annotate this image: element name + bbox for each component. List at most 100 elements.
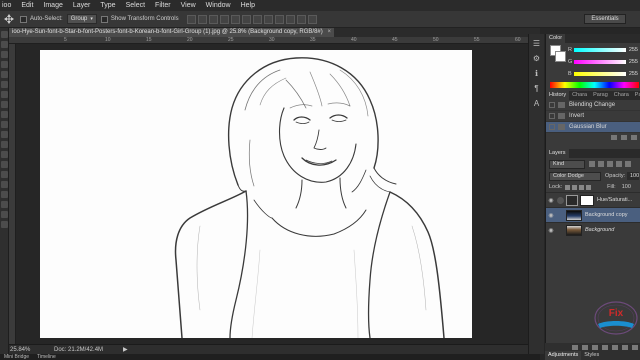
document-tab[interactable]: ioo-Hye-Sun-font-b-Star-b-font-Posters-f… <box>9 28 334 37</box>
brush-tool-icon[interactable] <box>1 101 8 108</box>
align-top-icon[interactable] <box>186 14 196 24</box>
fill-input[interactable]: 100 <box>622 184 631 190</box>
zoom-tool-icon[interactable] <box>1 221 8 228</box>
layer-name[interactable]: Background <box>585 227 614 233</box>
dodge-tool-icon[interactable] <box>1 161 8 168</box>
history-brush-tool-icon[interactable] <box>1 121 8 128</box>
healing-tool-icon[interactable] <box>1 91 8 98</box>
menu-view[interactable]: View <box>176 0 201 11</box>
auto-select-checkbox[interactable] <box>20 15 27 23</box>
tab-mini-bridge[interactable]: Mini Bridge <box>0 354 33 360</box>
layer-thumbnail[interactable] <box>566 209 582 221</box>
layer-row[interactable]: ◉ Background <box>546 222 640 237</box>
gradient-tool-icon[interactable] <box>1 141 8 148</box>
green-gradient-bar[interactable] <box>574 60 626 64</box>
new-document-from-state-icon[interactable] <box>611 134 617 140</box>
green-value[interactable]: 255 <box>626 59 638 65</box>
new-group-icon[interactable] <box>612 344 618 350</box>
red-gradient-bar[interactable] <box>574 48 626 52</box>
tab-color[interactable]: Color <box>546 34 566 43</box>
hand-tool-icon[interactable] <box>1 211 8 218</box>
blur-tool-icon[interactable] <box>1 151 8 158</box>
auto-select-dropdown[interactable]: Group ▾ <box>66 14 97 24</box>
tab-character[interactable]: Chara <box>569 91 590 100</box>
path-select-tool-icon[interactable] <box>1 191 8 198</box>
tab-paragraph[interactable]: Parag <box>590 91 611 100</box>
properties-icon[interactable]: ⚙ <box>531 53 542 64</box>
type-tool-icon[interactable] <box>1 181 8 188</box>
history-source-checkbox[interactable] <box>549 113 555 119</box>
layer-mask-thumbnail[interactable] <box>580 194 594 206</box>
tab-layers[interactable]: Layers <box>546 149 569 158</box>
menu-window[interactable]: Window <box>201 0 236 11</box>
green-slider[interactable]: G 255 <box>568 58 640 66</box>
history-source-checkbox[interactable] <box>549 124 555 130</box>
trash-icon[interactable] <box>631 134 637 140</box>
align-right-icon[interactable] <box>241 14 251 24</box>
lock-transparent-icon[interactable] <box>565 184 571 190</box>
history-state-active[interactable]: Gaussian Blur <box>546 122 640 133</box>
distribute-bottom-icon[interactable] <box>274 14 284 24</box>
align-bottom-icon[interactable] <box>208 14 218 24</box>
eye-icon[interactable]: ◉ <box>546 227 556 234</box>
red-slider[interactable]: R 255 <box>568 46 640 54</box>
red-value[interactable]: 255 <box>626 47 638 53</box>
adjustment-filter-icon[interactable] <box>598 161 604 167</box>
layer-filter-kind[interactable]: Kind <box>549 159 585 169</box>
character-icon[interactable]: A <box>531 98 542 109</box>
shape-tool-icon[interactable] <box>1 201 8 208</box>
menu-filter[interactable]: Filter <box>150 0 176 11</box>
tab-styles[interactable]: Styles <box>581 351 602 360</box>
history-icon[interactable]: ☰ <box>531 38 542 49</box>
snapshot-icon[interactable] <box>621 134 627 140</box>
blue-gradient-bar[interactable] <box>574 72 626 76</box>
close-icon[interactable]: × <box>327 29 331 35</box>
smart-object-filter-icon[interactable] <box>625 161 631 167</box>
menu-help[interactable]: Help <box>236 0 260 11</box>
show-transform-checkbox[interactable] <box>100 15 108 23</box>
eraser-tool-icon[interactable] <box>1 131 8 138</box>
layer-name[interactable]: Hue/Saturati... <box>597 197 632 203</box>
history-state[interactable]: Blending Change <box>546 100 640 111</box>
blue-slider[interactable]: B 255 <box>568 70 640 78</box>
opacity-input[interactable]: 100 <box>627 172 640 180</box>
canvas-workspace[interactable] <box>16 44 540 344</box>
menu-edit[interactable]: Edit <box>16 0 38 11</box>
align-hcenter-icon[interactable] <box>230 14 240 24</box>
distribute-right-icon[interactable] <box>307 14 317 24</box>
menu-image[interactable]: Image <box>38 0 67 11</box>
menu-layer[interactable]: Layer <box>68 0 96 11</box>
add-mask-icon[interactable] <box>592 344 598 350</box>
tab-adjustments[interactable]: Adjustments <box>545 351 582 360</box>
history-source-checkbox[interactable] <box>549 102 555 108</box>
document-canvas[interactable] <box>40 50 472 338</box>
distribute-hcenter-icon[interactable] <box>296 14 306 24</box>
move-tool-icon[interactable] <box>1 31 8 38</box>
eye-icon[interactable]: ◉ <box>546 197 556 204</box>
history-state[interactable]: Invert <box>546 111 640 122</box>
background-color-swatch[interactable] <box>555 51 566 62</box>
align-left-icon[interactable] <box>219 14 229 24</box>
eyedropper-tool-icon[interactable] <box>1 81 8 88</box>
layer-row[interactable]: ◉ Hue/Saturati... <box>546 192 640 207</box>
blend-mode-dropdown[interactable]: Color Dodge <box>549 171 601 181</box>
info-icon[interactable]: ℹ <box>531 68 542 79</box>
quick-select-tool-icon[interactable] <box>1 61 8 68</box>
layer-row-active[interactable]: ◉ Background copy <box>546 207 640 222</box>
tab-timeline[interactable]: Timeline <box>33 354 60 360</box>
paragraph-icon[interactable]: ¶ <box>531 83 542 94</box>
move-tool-icon[interactable] <box>2 13 16 25</box>
lasso-tool-icon[interactable] <box>1 51 8 58</box>
blue-value[interactable]: 255 <box>626 71 638 77</box>
menu-file[interactable]: ioo <box>2 0 16 11</box>
distribute-top-icon[interactable] <box>252 14 262 24</box>
type-filter-icon[interactable] <box>607 161 613 167</box>
menu-select[interactable]: Select <box>121 0 150 11</box>
pixel-filter-icon[interactable] <box>589 161 595 167</box>
distribute-left-icon[interactable] <box>285 14 295 24</box>
workspace-switcher[interactable]: Essentials <box>584 14 626 24</box>
eye-icon[interactable]: ◉ <box>546 212 556 219</box>
stamp-tool-icon[interactable] <box>1 111 8 118</box>
menu-type[interactable]: Type <box>95 0 120 11</box>
lock-position-icon[interactable] <box>579 184 585 190</box>
